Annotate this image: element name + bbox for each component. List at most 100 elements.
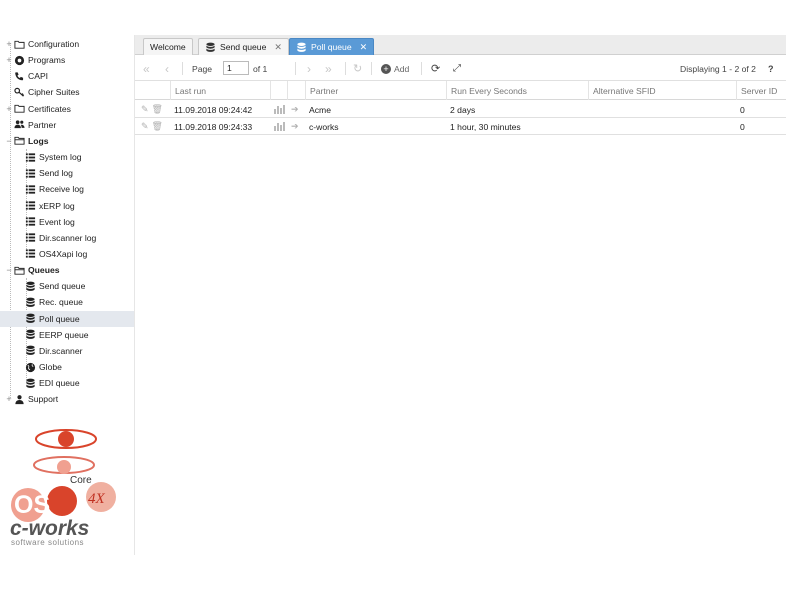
cell-stats — [270, 118, 287, 135]
sidebar-item-label: Programs — [28, 55, 66, 66]
sidebar-item-certificates[interactable]: + Certificates — [5, 101, 71, 117]
sidebar-item-support[interactable]: + Support — [5, 391, 58, 407]
bar-chart-icon[interactable] — [274, 105, 285, 114]
sidebar-item-label: Event log — [39, 216, 75, 227]
sidebar-item-eerp-queue[interactable]: EERP queue — [21, 327, 89, 343]
trash-icon[interactable]: 🗑 — [152, 121, 163, 132]
paging-toolbar: « ‹ Page of 1 › » ↻ + Add ⟳ ⤢ Displaying… — [135, 56, 786, 81]
column-header-actions — [135, 81, 170, 100]
table-row[interactable]: ✎ 🗑 11.09.2018 09:24:33 ➔ c-works 1 hour, 30 … — [135, 118, 786, 135]
cell-server-id: 0 — [740, 104, 745, 115]
close-icon[interactable]: ✕ — [274, 42, 282, 53]
row-actions: ✎ 🗑 — [137, 118, 170, 135]
next-page-icon[interactable]: › — [307, 61, 311, 76]
tab-welcome[interactable]: Welcome — [143, 38, 193, 55]
logo-tagline: software solutions — [11, 538, 84, 547]
sidebar-item-send-log[interactable]: Send log — [21, 165, 73, 181]
expand-icon[interactable]: + — [5, 55, 13, 65]
sidebar-item-configuration[interactable]: + Configuration — [5, 36, 79, 52]
database-icon — [296, 42, 307, 53]
list-icon — [25, 184, 36, 195]
expand-icon[interactable]: + — [5, 39, 13, 49]
sidebar-item-logs[interactable]: − Logs — [5, 133, 48, 149]
sidebar-item-rec-queue[interactable]: Rec. queue — [21, 294, 83, 310]
phone-icon — [14, 71, 25, 82]
tab-poll-queue[interactable]: Poll queue ✕ — [289, 38, 375, 55]
page-count-label: of 1 — [253, 63, 268, 74]
main-panel: Welcome Send queue ✕ Poll queue ✕ « ‹ Pa… — [134, 35, 786, 555]
prev-page-icon[interactable]: ‹ — [165, 61, 169, 76]
database-icon — [25, 313, 36, 324]
sidebar-item-label: Receive log — [39, 184, 84, 195]
first-page-icon[interactable]: « — [143, 61, 150, 76]
cworks-logo: Core OS 4X c-works software solutions — [6, 425, 128, 550]
toolbar-separator — [421, 62, 422, 75]
trash-icon[interactable]: 🗑 — [152, 104, 163, 115]
sync-icon[interactable]: ⟳ — [431, 61, 440, 76]
logo-brand-text: c-works — [10, 517, 89, 540]
sign-in-icon[interactable]: ➔ — [291, 121, 299, 132]
sidebar-item-label: CAPI — [28, 71, 49, 82]
folder-open-icon — [14, 265, 25, 276]
sidebar-item-label: Partner — [28, 119, 57, 130]
logo-core-text: Core — [70, 475, 92, 486]
cell-partner: c-works — [309, 121, 339, 132]
collapse-icon[interactable]: − — [5, 136, 13, 146]
column-header-run-every[interactable]: Run Every Seconds — [446, 81, 588, 100]
sidebar-item-label: Configuration — [28, 39, 80, 49]
database-icon — [25, 345, 36, 356]
table-row[interactable]: ✎ 🗑 11.09.2018 09:24:42 ➔ Acme 2 days 0 — [135, 101, 786, 118]
close-icon[interactable]: ✕ — [360, 42, 368, 53]
bar-chart-icon[interactable] — [274, 122, 285, 131]
refresh-icon[interactable]: ↻ — [353, 61, 362, 76]
folder-open-icon — [14, 135, 25, 146]
toolbar-separator — [295, 62, 296, 75]
list-icon — [25, 248, 36, 259]
sidebar-item-system-log[interactable]: System log — [21, 149, 82, 165]
list-icon — [25, 216, 36, 227]
expand-icon[interactable]: ⤢ — [453, 61, 461, 76]
dashboard-icon — [14, 55, 25, 66]
sidebar-item-dir-scanner[interactable]: Dir.scanner — [21, 343, 82, 359]
globe-icon — [25, 362, 36, 373]
sidebar-item-globe[interactable]: Globe — [21, 359, 62, 375]
sidebar-item-poll-queue[interactable]: Poll queue — [0, 310, 134, 327]
sidebar-item-capi[interactable]: CAPI — [5, 68, 48, 84]
sidebar-item-partner[interactable]: Partner — [5, 117, 56, 133]
sidebar-item-label: System log — [39, 152, 82, 163]
sidebar-item-receive-log[interactable]: Receive log — [21, 181, 84, 197]
sign-in-icon[interactable]: ➔ — [291, 104, 299, 115]
last-page-icon[interactable]: » — [325, 61, 332, 76]
help-icon[interactable]: ? — [768, 61, 774, 76]
page-number-input[interactable] — [223, 61, 249, 75]
database-icon — [25, 297, 36, 308]
sidebar-item-os4xapi-log[interactable]: OS4Xapi log — [21, 246, 87, 262]
sidebar-item-queues[interactable]: − Queues — [5, 262, 59, 278]
cell-run-every: 1 hour, 30 minutes — [450, 121, 521, 132]
column-header-partner[interactable]: Partner — [305, 81, 446, 100]
sidebar-item-programs[interactable]: + Programs — [5, 52, 65, 68]
tab-send-queue[interactable]: Send queue ✕ — [198, 38, 289, 55]
sidebar-item-label: OS4Xapi log — [39, 248, 88, 259]
add-button-label: Add — [394, 63, 410, 74]
sidebar-item-event-log[interactable]: Event log — [21, 214, 75, 230]
add-button[interactable]: + Add — [381, 61, 409, 76]
column-header-server-id[interactable]: Server ID — [736, 81, 786, 100]
sidebar-item-xerp-log[interactable]: xERP log — [21, 198, 75, 214]
column-header-last-run[interactable]: Last run — [170, 81, 270, 100]
edit-icon[interactable]: ✎ — [141, 121, 149, 132]
sidebar-item-send-queue[interactable]: Send queue — [21, 278, 85, 294]
sidebar-item-edi-queue[interactable]: EDI queue — [21, 375, 80, 391]
sidebar-item-label: EERP queue — [39, 329, 89, 340]
sidebar-item-dir-scanner-log[interactable]: Dir.scanner log — [21, 230, 96, 246]
expand-icon[interactable]: + — [5, 104, 13, 114]
displaying-status: Displaying 1 - 2 of 2 — [680, 63, 756, 74]
toolbar-separator — [182, 62, 183, 75]
folder-icon — [14, 103, 25, 114]
collapse-icon[interactable]: − — [5, 265, 13, 275]
edit-icon[interactable]: ✎ — [141, 104, 149, 115]
sidebar-item-cipher-suites[interactable]: Cipher Suites — [5, 84, 80, 100]
column-header-alt-sfid[interactable]: Alternative SFID — [588, 81, 736, 100]
expand-icon[interactable]: + — [5, 394, 13, 404]
database-icon — [205, 42, 216, 53]
